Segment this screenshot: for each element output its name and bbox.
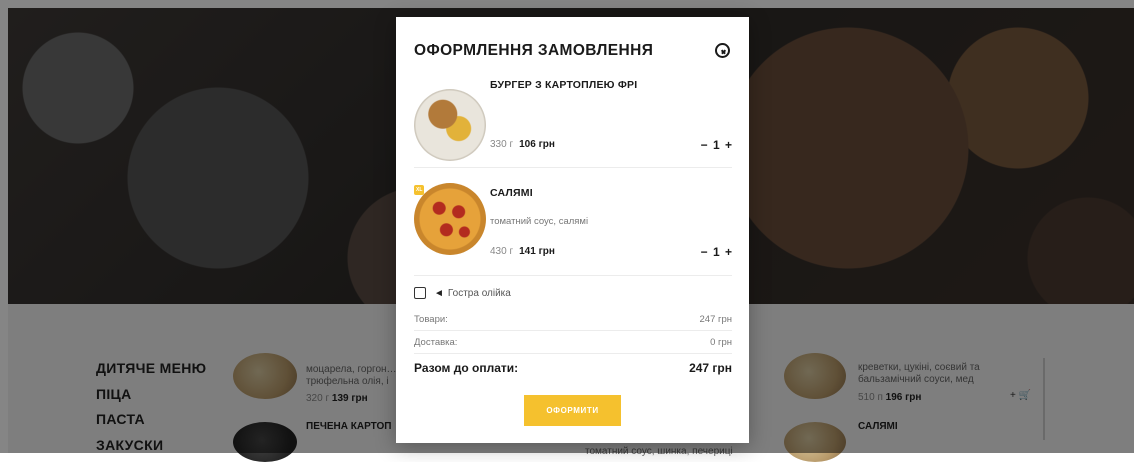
- delivery-label: Доставка:: [414, 337, 457, 348]
- quantity-value: 1: [713, 138, 720, 152]
- delivery-summary: Доставка: 0 грн: [414, 337, 732, 348]
- item-weight: 330 г: [490, 139, 513, 150]
- checkout-modal: ОФОРМЛЕННЯ ЗАМОВЛЕННЯ БУРГЕР З КАРТОПЛЕЮ…: [396, 17, 749, 443]
- checkout-button[interactable]: ОФОРМИТИ: [524, 395, 621, 426]
- modal-title: ОФОРМЛЕННЯ ЗАМОВЛЕННЯ: [414, 42, 653, 60]
- decrease-button[interactable]: −: [701, 138, 708, 152]
- total-value: 247 грн: [689, 361, 732, 375]
- total-label: Разом до оплати:: [414, 361, 518, 375]
- total-summary: Разом до оплати: 247 грн: [414, 361, 732, 375]
- increase-button[interactable]: +: [725, 245, 732, 259]
- cart-item: БУРГЕР З КАРТОПЛЕЮ ФРІ 330 г 106 грн − 1 …: [414, 73, 732, 169]
- chili-pepper-icon: ◄: [434, 288, 444, 299]
- quantity-stepper: − 1 +: [701, 138, 732, 152]
- increase-button[interactable]: +: [725, 138, 732, 152]
- close-icon[interactable]: [715, 43, 730, 58]
- item-name: САЛЯМІ: [490, 187, 533, 199]
- divider: [414, 330, 732, 331]
- product-image: [414, 89, 486, 161]
- item-price: 141 грн: [519, 246, 555, 257]
- item-weight: 430 г: [490, 246, 513, 257]
- item-description: томатний соус, салямі: [490, 216, 588, 227]
- item-weight-price: 430 г 141 грн: [490, 246, 555, 257]
- size-badge: XL: [414, 185, 424, 195]
- hot-oil-option[interactable]: ◄ Гостра олійка: [414, 287, 511, 299]
- quantity-value: 1: [713, 245, 720, 259]
- cart-item: XL САЛЯМІ томатний соус, салямі 430 г 141…: [414, 177, 732, 273]
- option-label: Гостра олійка: [448, 288, 511, 299]
- item-name: БУРГЕР З КАРТОПЛЕЮ ФРІ: [490, 79, 637, 91]
- divider: [414, 275, 732, 276]
- item-weight-price: 330 г 106 грн: [490, 139, 555, 150]
- product-image: [414, 183, 486, 255]
- goods-value: 247 грн: [700, 314, 733, 325]
- delivery-value: 0 грн: [710, 337, 732, 348]
- goods-summary: Товари: 247 грн: [414, 314, 732, 325]
- goods-label: Товари:: [414, 314, 448, 325]
- divider: [414, 353, 732, 354]
- item-price: 106 грн: [519, 139, 555, 150]
- divider: [414, 167, 732, 168]
- hot-oil-checkbox[interactable]: [414, 287, 426, 299]
- decrease-button[interactable]: −: [701, 245, 708, 259]
- quantity-stepper: − 1 +: [701, 245, 732, 259]
